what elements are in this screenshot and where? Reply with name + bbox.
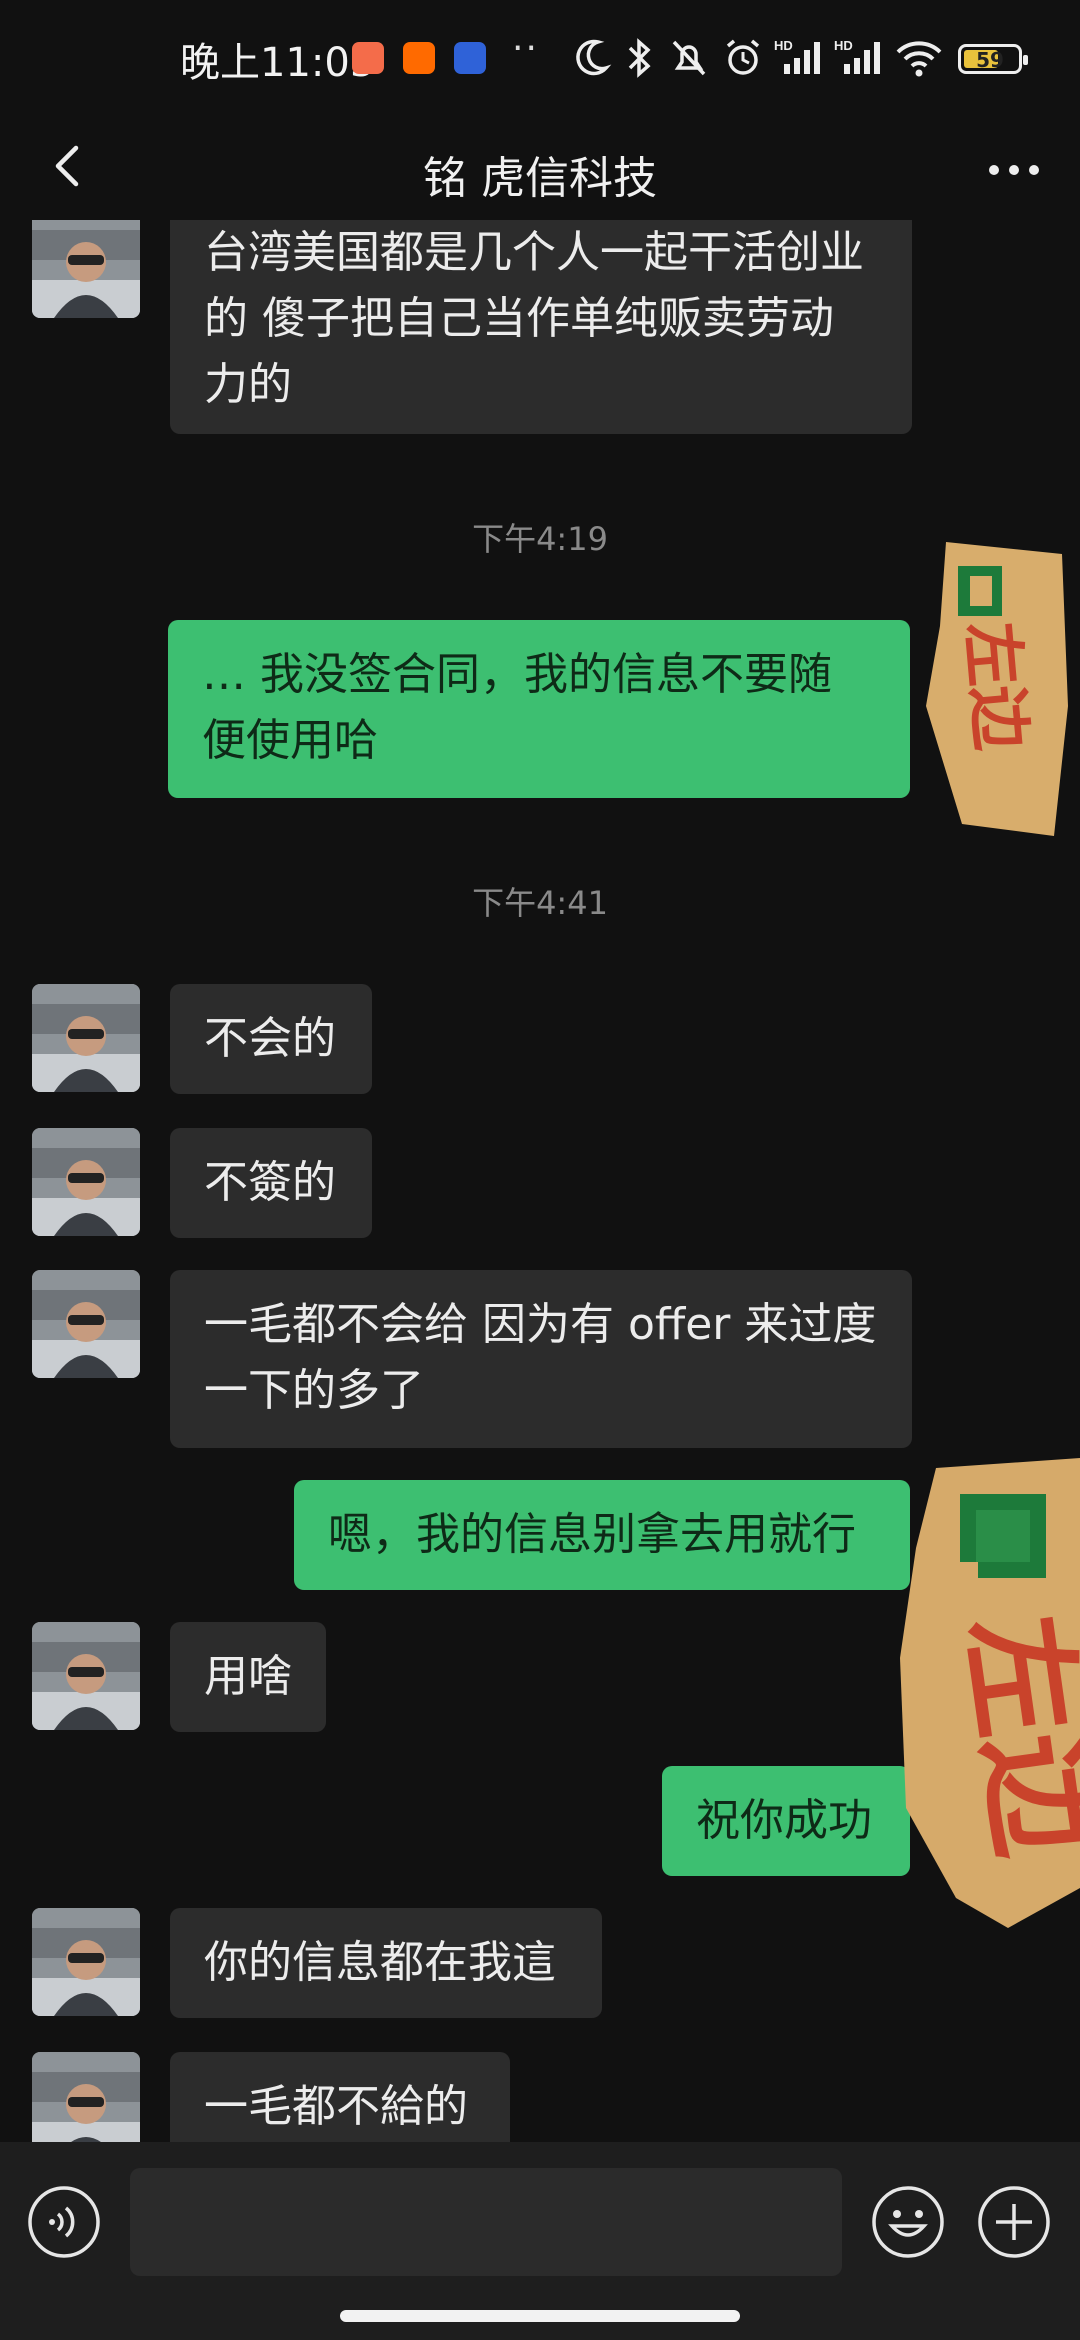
sticker-image[interactable]: 左边 — [896, 1458, 1080, 1938]
message-text: 不会的 — [204, 1013, 336, 1064]
status-time: 晚上11:05 — [180, 40, 376, 86]
signal-2-icon: HD — [834, 38, 880, 74]
timestamp: 下午4:19 — [472, 520, 608, 558]
message-text: 不簽的 — [204, 1157, 336, 1208]
message-bubble-incoming[interactable]: 台湾美国都是几个人一起干活创业 的 傻子把自己当作单纯贩卖劳动 力的 — [170, 220, 912, 434]
message-bubble-incoming[interactable]: 不会的 — [170, 984, 372, 1094]
message-text: 一毛都不会给 因为有 offer 来过度 — [204, 1299, 877, 1350]
cat-app-icon — [454, 42, 486, 74]
mi-app-icon — [403, 42, 435, 74]
message-text: 用啥 — [204, 1651, 292, 1702]
avatar[interactable] — [32, 984, 140, 1092]
message-bubble-incoming[interactable]: 用啥 — [170, 1622, 326, 1732]
sticker-text: 左边 — [953, 619, 1038, 754]
message-text: 一毛都不給的 — [204, 2081, 468, 2132]
alarm-icon — [726, 39, 760, 75]
wifi-icon — [896, 41, 942, 77]
message-bubble-incoming[interactable]: 一毛都不給的 — [170, 2052, 510, 2142]
chat-title: 铭 虎信科技 — [423, 153, 657, 204]
message-text: 一下的多了 — [204, 1365, 424, 1416]
status-bar: 晚上11:05 ·· HD HD 59 — [0, 0, 1080, 120]
message-bubble-outgoing[interactable]: 嗯，我的信息别拿去用就行 — [294, 1480, 910, 1590]
avatar[interactable] — [32, 1270, 140, 1378]
battery-level: 59 — [976, 48, 1004, 72]
message-input[interactable] — [130, 2168, 842, 2276]
sticker-image[interactable]: 左边 — [922, 536, 1072, 846]
bell-muted-icon — [672, 40, 706, 76]
message-text: … 我没签合同，我的信息不要随 — [202, 649, 832, 700]
message-bubble-outgoing[interactable]: 祝你成功 — [662, 1766, 910, 1876]
svg-text:HD: HD — [774, 38, 793, 53]
more-icon[interactable] — [984, 150, 1044, 190]
svg-text:HD: HD — [834, 38, 853, 53]
message-bubble-incoming[interactable]: 一毛都不会给 因为有 offer 来过度 一下的多了 — [170, 1270, 912, 1448]
message-bubble-incoming[interactable]: 你的信息都在我這 — [170, 1908, 602, 2018]
moon-icon — [576, 39, 612, 76]
avatar[interactable] — [32, 2052, 140, 2142]
message-text: 力的 — [204, 359, 292, 410]
input-bar — [0, 2142, 1080, 2340]
message-list[interactable]: 台湾美国都是几个人一起干活创业 的 傻子把自己当作单纯贩卖劳动 力的 下午4:1… — [0, 220, 1080, 2142]
signal-1-icon: HD — [774, 38, 820, 74]
home-indicator[interactable] — [340, 2310, 740, 2322]
emoji-icon[interactable] — [870, 2184, 946, 2260]
avatar[interactable] — [32, 1622, 140, 1730]
avatar[interactable] — [32, 1908, 140, 2016]
status-dots: ·· — [512, 28, 539, 69]
plus-icon[interactable] — [976, 2184, 1052, 2260]
message-text: 便使用哈 — [202, 715, 378, 766]
message-bubble-outgoing[interactable]: … 我没签合同，我的信息不要随 便使用哈 — [168, 620, 910, 798]
battery-icon: 59 — [958, 44, 1028, 74]
message-text: 台湾美国都是几个人一起干活创业 — [204, 227, 864, 278]
message-text: 你的信息都在我這 — [204, 1937, 556, 1988]
chat-header: 铭 虎信科技 — [0, 120, 1080, 220]
timestamp: 下午4:41 — [472, 884, 608, 922]
app-notification-icon — [352, 42, 384, 74]
bluetooth-icon — [628, 38, 651, 78]
message-bubble-incoming[interactable]: 不簽的 — [170, 1128, 372, 1238]
voice-icon[interactable] — [26, 2184, 102, 2260]
message-text: 嗯，我的信息别拿去用就行 — [328, 1509, 856, 1560]
message-text: 的 傻子把自己当作单纯贩卖劳动 — [204, 293, 834, 344]
avatar[interactable] — [32, 1128, 140, 1236]
message-text: 祝你成功 — [696, 1795, 872, 1846]
avatar[interactable] — [32, 220, 140, 318]
